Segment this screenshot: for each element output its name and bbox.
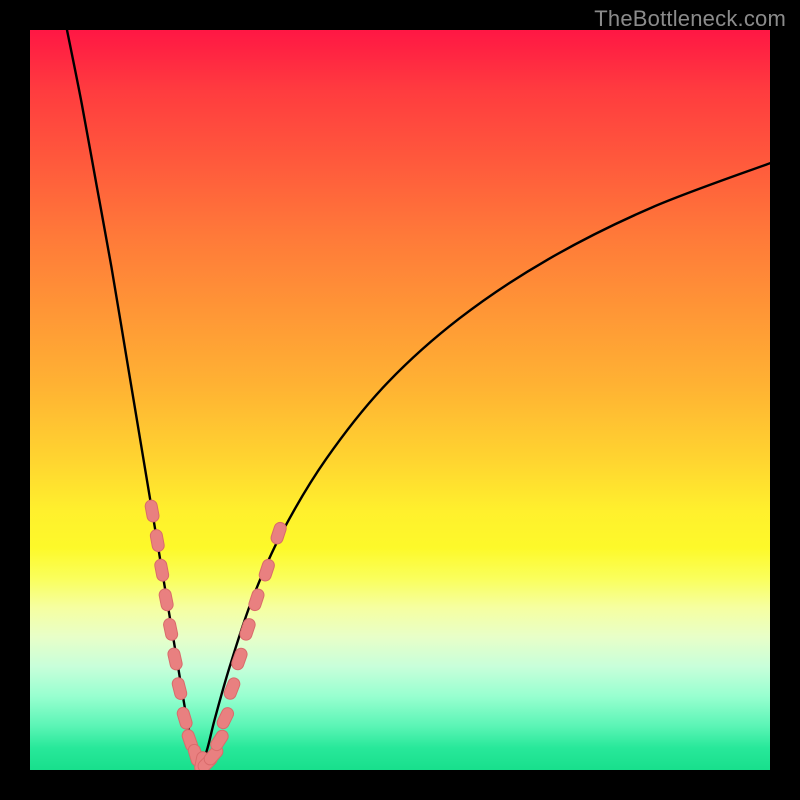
marker-pill: [167, 647, 184, 671]
marker-group: [144, 499, 288, 770]
marker-pill: [238, 617, 256, 642]
marker-pill: [247, 587, 265, 612]
marker-pill: [171, 676, 188, 700]
marker-pill: [269, 521, 287, 546]
marker-pill: [162, 617, 178, 641]
chart-frame: TheBottleneck.com: [0, 0, 800, 800]
marker-pill: [149, 529, 165, 553]
watermark-text: TheBottleneck.com: [594, 6, 786, 32]
marker-pill: [176, 706, 194, 731]
marker-pill: [230, 647, 249, 672]
chart-svg-layer: [30, 30, 770, 770]
marker-pill: [144, 499, 160, 523]
marker-pill: [158, 588, 174, 612]
plot-area: [30, 30, 770, 770]
curve-right-branch: [200, 163, 770, 770]
marker-pill: [154, 558, 170, 582]
marker-pill: [258, 558, 276, 583]
